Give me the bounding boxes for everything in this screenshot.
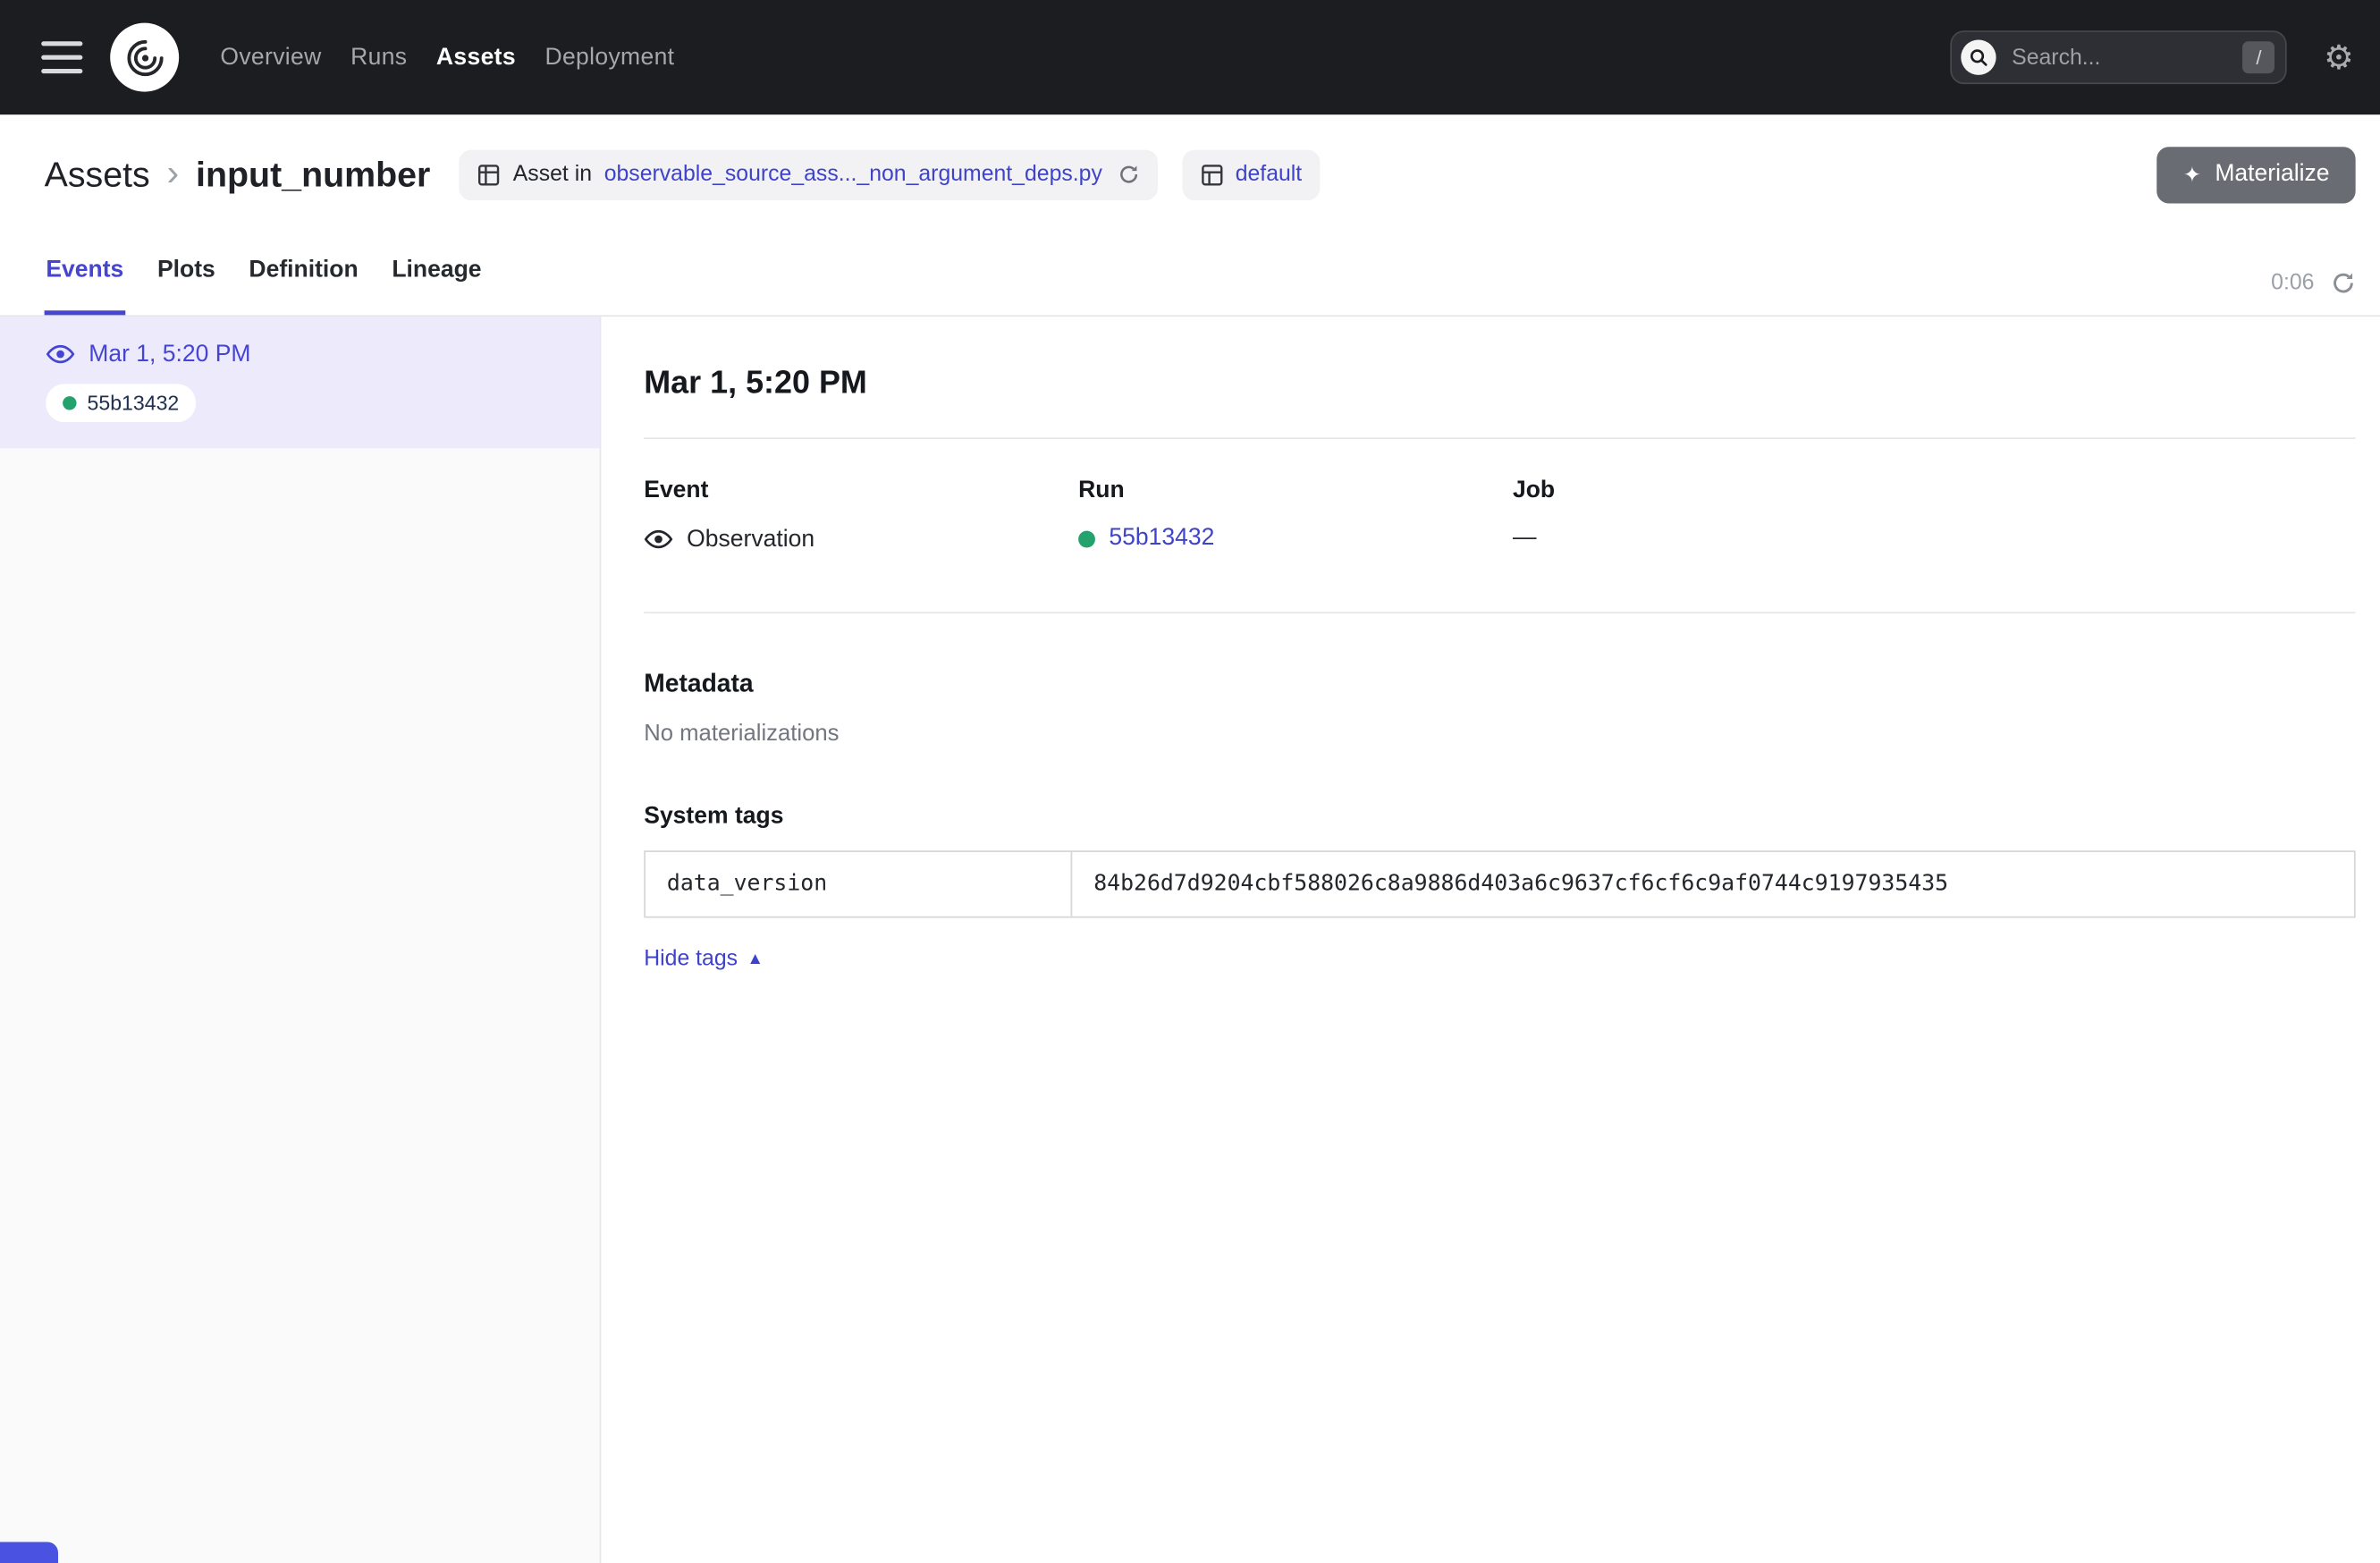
event-item-run-id: 55b13432 <box>88 392 180 415</box>
job-column: Job — <box>1513 476 1947 553</box>
tab-bar: Events Plots Definition Lineage 0:06 <box>45 257 2356 315</box>
event-item-timestamp: Mar 1, 5:20 PM <box>89 341 250 368</box>
system-tags-table: data_version 84b26d7d9204cbf588026c8a988… <box>644 850 2355 917</box>
gear-icon[interactable]: ⚙ <box>2324 40 2354 74</box>
refresh-timer: 0:06 <box>2271 271 2314 295</box>
job-empty-value: — <box>1513 525 1537 553</box>
search-input[interactable] <box>2009 44 2231 72</box>
divider <box>644 612 2355 613</box>
event-item-run-badge[interactable]: 55b13432 <box>46 384 196 422</box>
logo-swirl-icon <box>122 34 167 80</box>
run-status-dot <box>1078 530 1095 547</box>
caret-up-icon: ▲ <box>747 950 764 967</box>
sparkle-icon: ✦ <box>2183 164 2201 185</box>
metadata-empty-text: No materializations <box>644 721 2355 747</box>
menu-icon[interactable] <box>41 41 82 73</box>
bottom-left-accent <box>0 1542 58 1563</box>
metadata-heading: Metadata <box>644 669 2355 699</box>
event-detail-title: Mar 1, 5:20 PM <box>644 364 2355 402</box>
run-status-dot <box>63 396 76 410</box>
asset-source-chip[interactable]: Asset in observable_source_ass..._non_ar… <box>460 149 1158 199</box>
event-column-label: Event <box>644 476 1078 505</box>
asset-group-label: default <box>1236 162 1303 186</box>
event-column: Event Observation <box>644 476 1078 553</box>
system-tags-heading: System tags <box>644 801 2355 831</box>
event-item-header: Mar 1, 5:20 PM <box>46 340 575 369</box>
search-box[interactable]: / <box>1951 30 2287 84</box>
run-column-value: 55b13432 <box>1078 525 1513 553</box>
nav-item-runs[interactable]: Runs <box>350 43 407 72</box>
page-title: input_number <box>196 154 430 195</box>
tag-key-cell: data_version <box>646 852 1072 917</box>
nav-item-deployment[interactable]: Deployment <box>544 43 674 72</box>
asset-group-icon <box>1200 163 1223 186</box>
event-detail-panel: Mar 1, 5:20 PM Event Observation <box>601 317 2380 1563</box>
tab-lineage[interactable]: Lineage <box>391 257 484 315</box>
tab-plots[interactable]: Plots <box>156 257 216 315</box>
reload-definitions-icon[interactable] <box>1118 164 1139 185</box>
event-column-value: Observation <box>644 525 1078 554</box>
eye-icon <box>644 525 673 554</box>
observation-eye-icon <box>46 340 75 369</box>
event-summary-columns: Event Observation Run <box>644 439 2355 612</box>
refresh-status: 0:06 <box>2271 271 2355 316</box>
tag-value-cell: 84b26d7d9204cbf588026c8a9886d403a6c9637c… <box>1072 852 2354 917</box>
asset-chip-prefix: Asset in <box>513 162 592 186</box>
table-grid-icon <box>477 163 501 186</box>
job-column-label: Job <box>1513 476 1947 505</box>
tab-definition[interactable]: Definition <box>248 257 360 315</box>
search-icon <box>1962 39 1996 74</box>
dagster-logo-icon[interactable] <box>110 23 179 92</box>
event-type-value: Observation <box>687 526 814 553</box>
nav-item-assets[interactable]: Assets <box>436 43 516 72</box>
search-shortcut-key: / <box>2243 41 2275 73</box>
nav-item-overview[interactable]: Overview <box>220 43 321 72</box>
breadcrumb-assets-link[interactable]: Assets <box>45 154 150 195</box>
refresh-icon[interactable] <box>2331 271 2355 295</box>
job-column-value: — <box>1513 525 1947 553</box>
hide-tags-link[interactable]: Hide tags ▲ <box>644 947 764 971</box>
run-column: Run 55b13432 <box>1078 476 1513 553</box>
event-list-sidebar: Mar 1, 5:20 PM 55b13432 <box>0 317 601 1563</box>
run-column-label: Run <box>1078 476 1513 505</box>
materialize-button[interactable]: ✦ Materialize <box>2157 146 2356 202</box>
tab-events[interactable]: Events <box>45 257 125 315</box>
chevron-right-icon: › <box>167 159 180 190</box>
event-list-item[interactable]: Mar 1, 5:20 PM 55b13432 <box>0 317 600 448</box>
app: Overview Runs Assets Deployment / ⚙ Asse… <box>0 0 2380 1563</box>
asset-definition-link[interactable]: observable_source_ass..._non_argument_de… <box>604 162 1102 186</box>
run-id-link[interactable]: 55b13432 <box>1109 525 1214 553</box>
top-nav: Overview Runs Assets Deployment / ⚙ <box>0 0 2380 114</box>
materialize-button-label: Materialize <box>2215 161 2329 189</box>
hide-tags-label: Hide tags <box>644 947 738 971</box>
asset-group-chip[interactable]: default <box>1182 149 1321 199</box>
page-header: Assets › input_number Asset in observabl… <box>0 114 2380 317</box>
nav-links: Overview Runs Assets Deployment <box>220 43 674 72</box>
main-area: Mar 1, 5:20 PM 55b13432 Mar 1, 5:20 PM E… <box>0 317 2380 1563</box>
breadcrumb-row: Assets › input_number Asset in observabl… <box>45 146 2356 204</box>
